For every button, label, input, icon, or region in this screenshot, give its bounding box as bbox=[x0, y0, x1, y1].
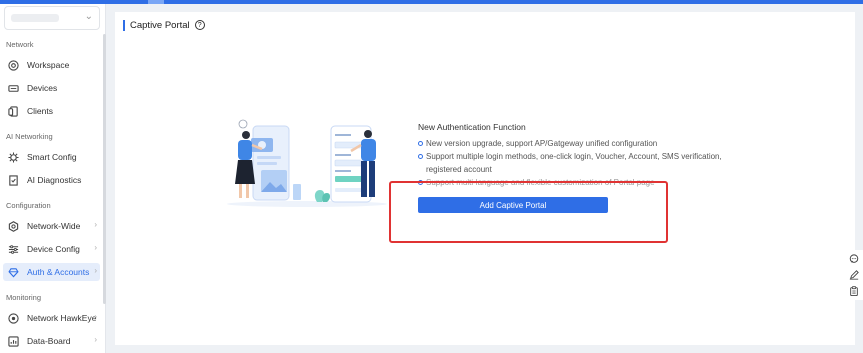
chevron-right-icon: › bbox=[94, 312, 97, 321]
help-icon[interactable]: ? bbox=[194, 20, 205, 30]
sidebar-item-label: Auth & Accounts bbox=[27, 267, 90, 277]
ai-diagnostics-icon bbox=[7, 174, 19, 186]
sidebar-item-data-board[interactable]: Data-Board › bbox=[3, 332, 100, 350]
hawkeye-icon bbox=[7, 312, 19, 324]
top-tab-indicator bbox=[148, 0, 164, 4]
feature-point-text: New version upgrade, support AP/Gatgeway… bbox=[426, 139, 658, 148]
clients-icon bbox=[7, 105, 19, 117]
devices-icon bbox=[7, 82, 19, 94]
feature-point-text: Support multiple login methods, one-clic… bbox=[426, 152, 722, 174]
clipboard-icon[interactable] bbox=[848, 285, 859, 296]
auth-accounts-icon bbox=[7, 266, 19, 278]
smart-config-icon bbox=[7, 151, 19, 163]
section-configuration: Configuration bbox=[6, 201, 51, 210]
sidebar-item-label: Workspace bbox=[27, 60, 70, 70]
data-board-icon bbox=[7, 335, 19, 347]
feature-point: Support multi-language and flexible cust… bbox=[418, 176, 748, 189]
page-title-text: Captive Portal bbox=[130, 19, 190, 31]
section-ai-networking: AI Networking bbox=[6, 132, 53, 141]
sidebar-item-network-hawkeye[interactable]: Network HawkEye › bbox=[3, 309, 100, 327]
network-selector-value bbox=[11, 14, 59, 22]
add-captive-portal-button[interactable]: Add Captive Portal bbox=[418, 197, 608, 213]
title-accent-bar bbox=[123, 19, 125, 31]
sidebar-item-label: Device Config bbox=[27, 244, 80, 254]
sidebar-item-label: AI Diagnostics bbox=[27, 175, 82, 185]
page-title: Captive Portal ? bbox=[123, 18, 205, 32]
sidebar-item-ai-diagnostics[interactable]: AI Diagnostics bbox=[3, 171, 100, 189]
feature-heading: New Authentication Function bbox=[418, 122, 526, 132]
workspace-icon bbox=[7, 59, 19, 71]
chevron-right-icon: › bbox=[94, 266, 97, 275]
floating-toolbar bbox=[844, 250, 863, 300]
sidebar-item-device-config[interactable]: Device Config › bbox=[3, 240, 100, 258]
sidebar-item-label: Smart Config bbox=[27, 152, 77, 162]
sidebar-item-label: Network-Wide bbox=[27, 221, 81, 231]
chevron-right-icon: › bbox=[94, 335, 97, 344]
sidebar-item-smart-config[interactable]: Smart Config bbox=[3, 148, 100, 166]
bullet-icon bbox=[418, 154, 423, 159]
sidebar-item-workspace[interactable]: Workspace bbox=[3, 56, 100, 74]
sidebar-item-auth-accounts[interactable]: Auth & Accounts › bbox=[3, 263, 100, 281]
sidebar-item-label: Data-Board bbox=[27, 336, 71, 346]
sidebar-item-label: Devices bbox=[27, 83, 58, 93]
chat-icon[interactable] bbox=[848, 253, 859, 264]
sidebar-item-label: Clients bbox=[27, 106, 53, 116]
sidebar-item-network-wide[interactable]: Network-Wide › bbox=[3, 217, 100, 235]
feature-point-text: Support multi-language and flexible cust… bbox=[426, 178, 655, 187]
bullet-icon bbox=[418, 180, 423, 185]
sidebar-item-label: Network HawkEye bbox=[27, 313, 97, 323]
chevron-right-icon: › bbox=[94, 220, 97, 229]
chevron-right-icon: › bbox=[94, 243, 97, 252]
sidebar-item-devices[interactable]: Devices bbox=[3, 79, 100, 97]
feature-point: New version upgrade, support AP/Gatgeway… bbox=[418, 137, 748, 150]
feature-point: Support multiple login methods, one-clic… bbox=[418, 150, 748, 176]
captive-portal-illustration bbox=[225, 118, 390, 210]
authentication-feature-info: New Authentication Function New version … bbox=[418, 122, 748, 189]
section-monitoring: Monitoring bbox=[6, 293, 42, 302]
bullet-icon bbox=[418, 141, 423, 146]
chevron-down-icon: ⌄ bbox=[84, 11, 93, 22]
device-config-icon bbox=[7, 243, 19, 255]
network-wide-icon bbox=[7, 220, 19, 232]
network-selector[interactable]: ⌄ bbox=[4, 6, 100, 30]
sidebar-item-clients[interactable]: Clients bbox=[3, 102, 100, 120]
edit-icon[interactable] bbox=[848, 269, 859, 280]
top-accent-bar bbox=[0, 0, 863, 4]
sidebar-scrollbar[interactable] bbox=[103, 34, 106, 304]
sidebar: ⌄ Network Workspace Devices Clients AI N… bbox=[0, 4, 106, 353]
section-network: Network bbox=[6, 40, 34, 49]
